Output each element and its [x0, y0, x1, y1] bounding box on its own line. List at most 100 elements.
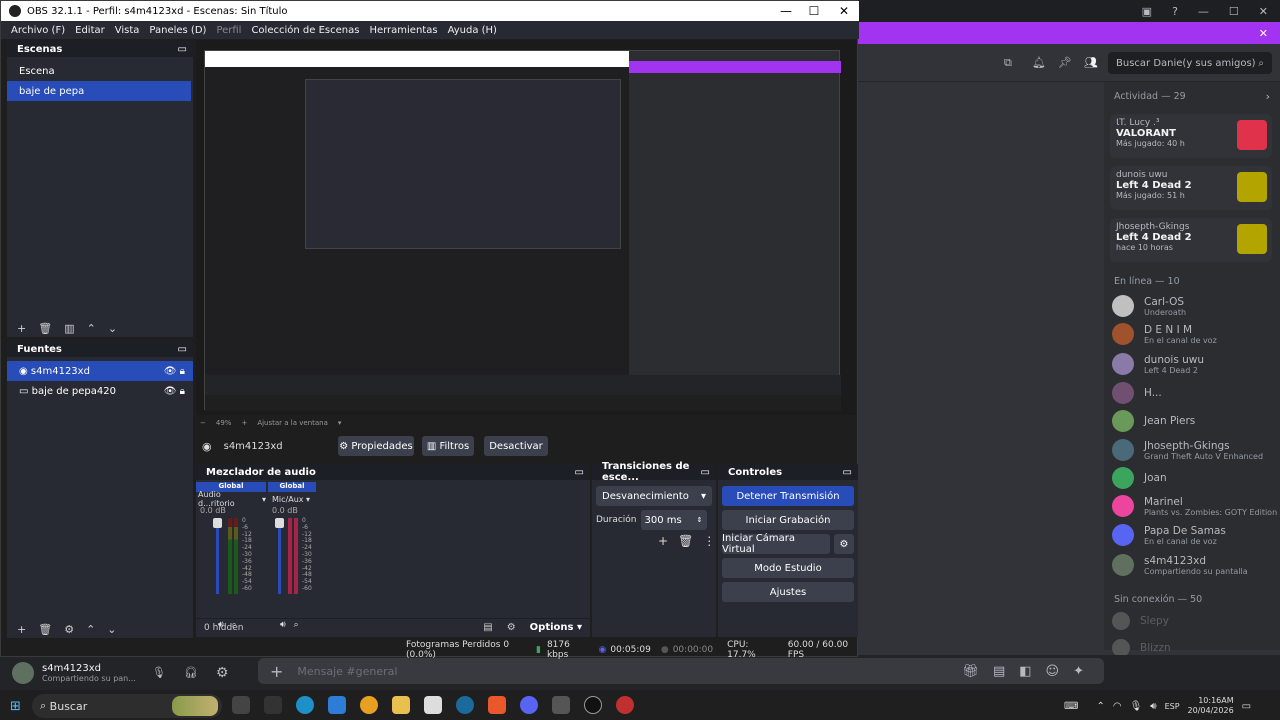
member-item[interactable]: Joan [1112, 464, 1278, 492]
move-up-icon[interactable]: ⌃ [87, 322, 96, 335]
obs-maximize-icon[interactable]: ☐ [799, 1, 829, 21]
emoji-icon[interactable]: ☺ [1046, 664, 1060, 679]
stop-stream-button[interactable]: Detener Transmisión [722, 486, 854, 506]
member-item[interactable]: Jhosepth-Gkings Grand Theft Auto V Enhanc… [1112, 436, 1278, 464]
message-input[interactable]: + Mensaje #general 🎁︎ ▤ ◧ ☺ ✦ [258, 658, 1104, 684]
activity-card[interactable]: dunois uwu Left 4 Dead 2 Más jugado: 51 h [1110, 166, 1272, 210]
user-avatar[interactable] [12, 661, 34, 684]
steam-icon[interactable] [456, 696, 474, 714]
chevron-down-icon[interactable]: ▾ [338, 419, 342, 427]
task-view-icon[interactable] [232, 696, 250, 714]
obs-close-icon[interactable]: ✕ [829, 1, 859, 21]
eye-icon[interactable]: 👁︎ [164, 386, 177, 397]
undock-icon[interactable]: ▭ [178, 344, 187, 355]
explorer-icon[interactable] [392, 696, 410, 714]
remove-source-icon[interactable]: 🗑︎ [38, 623, 52, 636]
brave-icon[interactable] [488, 696, 506, 714]
clock-date[interactable]: 20/04/2026 [1188, 706, 1234, 715]
discord-icon[interactable] [520, 696, 538, 714]
scene-item[interactable]: Escena [7, 61, 193, 81]
member-item[interactable]: dunois uwu Left 4 Dead 2 [1112, 350, 1278, 378]
menu-paneles[interactable]: Paneles (D) [149, 25, 206, 36]
filters-button[interactable]: ▥ Filtros [422, 436, 474, 456]
add-scene-icon[interactable]: + [17, 322, 26, 335]
add-icon[interactable]: + [270, 662, 283, 681]
add-transition-icon[interactable]: + [658, 534, 668, 548]
sticker-icon[interactable]: ◧ [1019, 664, 1031, 679]
notifications-icon[interactable]: ▭ [1242, 701, 1251, 712]
volume-slider[interactable] [213, 518, 222, 594]
pin-icon[interactable]: 📌︎ [1058, 56, 1072, 69]
source-settings-icon[interactable]: ⚙ [64, 623, 74, 636]
source-item[interactable]: ▭ baje de pepa420 👁︎ 🔒︎ [7, 381, 193, 401]
undock-icon[interactable]: ▭ [178, 44, 187, 55]
move-up-icon[interactable]: ⌃ [86, 623, 95, 636]
store-icon[interactable] [328, 696, 346, 714]
remove-scene-icon[interactable]: 🗑︎ [38, 322, 52, 335]
remove-transition-icon[interactable]: 🗑︎ [678, 534, 693, 548]
mic-icon[interactable]: 🎙︎ [1130, 701, 1143, 712]
member-item[interactable]: Carl-OS Underoath [1112, 292, 1278, 320]
menu-editar[interactable]: Editar [75, 25, 105, 36]
help-icon[interactable]: ? [1172, 5, 1178, 18]
member-item[interactable]: Marinel Plants vs. Zombies: GOTY Edition [1112, 492, 1278, 520]
keyboard-icon[interactable]: ⌨ [1064, 701, 1078, 712]
language[interactable]: ESP [1165, 702, 1180, 711]
scene-item[interactable]: baje de pepa [7, 81, 191, 101]
network-icon[interactable]: ◠ [1113, 701, 1122, 712]
gift-icon[interactable]: 🎁︎ [962, 664, 979, 679]
member-item[interactable]: Slepy [1112, 610, 1278, 632]
menu-archivo[interactable]: Archivo (F) [11, 25, 65, 36]
member-item[interactable]: s4m4123xd Compartiendo su pantalla [1112, 551, 1278, 579]
notepad-icon[interactable] [424, 696, 442, 714]
gear-icon[interactable]: ⚙ [216, 665, 229, 681]
bell-icon[interactable]: 🔔︎ [1032, 56, 1046, 69]
studio-mode-button[interactable]: Modo Estudio [722, 558, 854, 578]
discord-search-input[interactable]: Buscar Danie(y sus amigos) ⌕ [1108, 52, 1272, 74]
menu-coleccion[interactable]: Colección de Escenas [251, 25, 359, 36]
chevron-down-icon[interactable]: ▾ [306, 495, 310, 504]
layout-icon[interactable]: ▤ [483, 622, 492, 633]
taskbar-search[interactable]: ⌕ Buscar [32, 694, 222, 718]
undock-icon[interactable]: ▭ [575, 467, 584, 478]
chevron-down-icon[interactable]: ▾ [262, 495, 266, 504]
start-recording-button[interactable]: Iniciar Grabación [722, 510, 854, 530]
maximize-icon[interactable]: ☐ [1229, 5, 1239, 18]
gif-icon[interactable]: ▤ [993, 664, 1005, 679]
close-icon[interactable]: ✕ [1259, 5, 1268, 18]
zoom-in-icon[interactable]: + [241, 419, 247, 427]
clock-time[interactable]: 10:16AM [1198, 696, 1233, 705]
volume-slider[interactable] [275, 518, 284, 594]
fit-window-select[interactable]: Ajustar a la ventana [257, 419, 328, 427]
chevron-right-icon[interactable]: › [1266, 90, 1270, 103]
obs-icon[interactable] [584, 696, 602, 714]
member-item[interactable]: D E N I M En el canal de voz [1112, 320, 1278, 348]
mixer-options-button[interactable]: Options ▾ [530, 622, 582, 633]
deactivate-button[interactable]: Desactivar [484, 436, 548, 456]
channel-name[interactable]: Mic/Aux [272, 495, 304, 504]
members-icon[interactable]: 👥︎ [1084, 56, 1098, 69]
move-down-icon[interactable]: ⌄ [108, 322, 117, 335]
menu-perfil[interactable]: Perfil [216, 25, 241, 36]
undock-icon[interactable]: ▭ [701, 467, 710, 478]
threads-icon[interactable]: ⧉ [1004, 56, 1012, 70]
menu-vista[interactable]: Vista [115, 25, 140, 36]
move-down-icon[interactable]: ⌄ [107, 623, 116, 636]
member-item[interactable]: Jean Piers [1112, 407, 1278, 435]
inbox-icon[interactable]: ▣ [1142, 5, 1152, 18]
obs-minimize-icon[interactable]: — [771, 1, 801, 21]
lock-icon[interactable]: 🔒︎ [180, 386, 185, 397]
start-icon[interactable]: ⊞ [10, 699, 21, 714]
volume-icon[interactable]: 🔊︎ [1150, 701, 1156, 712]
settings-button[interactable]: Ajustes [722, 582, 854, 602]
menu-ayuda[interactable]: Ayuda (H) [448, 25, 497, 36]
menu-herramientas[interactable]: Herramientas [369, 25, 437, 36]
scene-filters-icon[interactable]: ▥ [64, 322, 74, 335]
source-item[interactable]: ◉ s4m4123xd 👁︎ 🔒︎ [7, 361, 193, 381]
chrome-profile-icon[interactable] [616, 696, 634, 714]
mic-icon[interactable]: 🎙︎ [152, 666, 166, 679]
duration-input[interactable]: 300 ms ⇕ [640, 510, 707, 530]
virtual-camera-settings-button[interactable]: ⚙ [834, 534, 854, 554]
banner-close-icon[interactable]: ✕ [1259, 27, 1268, 40]
minimize-icon[interactable]: — [1198, 5, 1209, 18]
